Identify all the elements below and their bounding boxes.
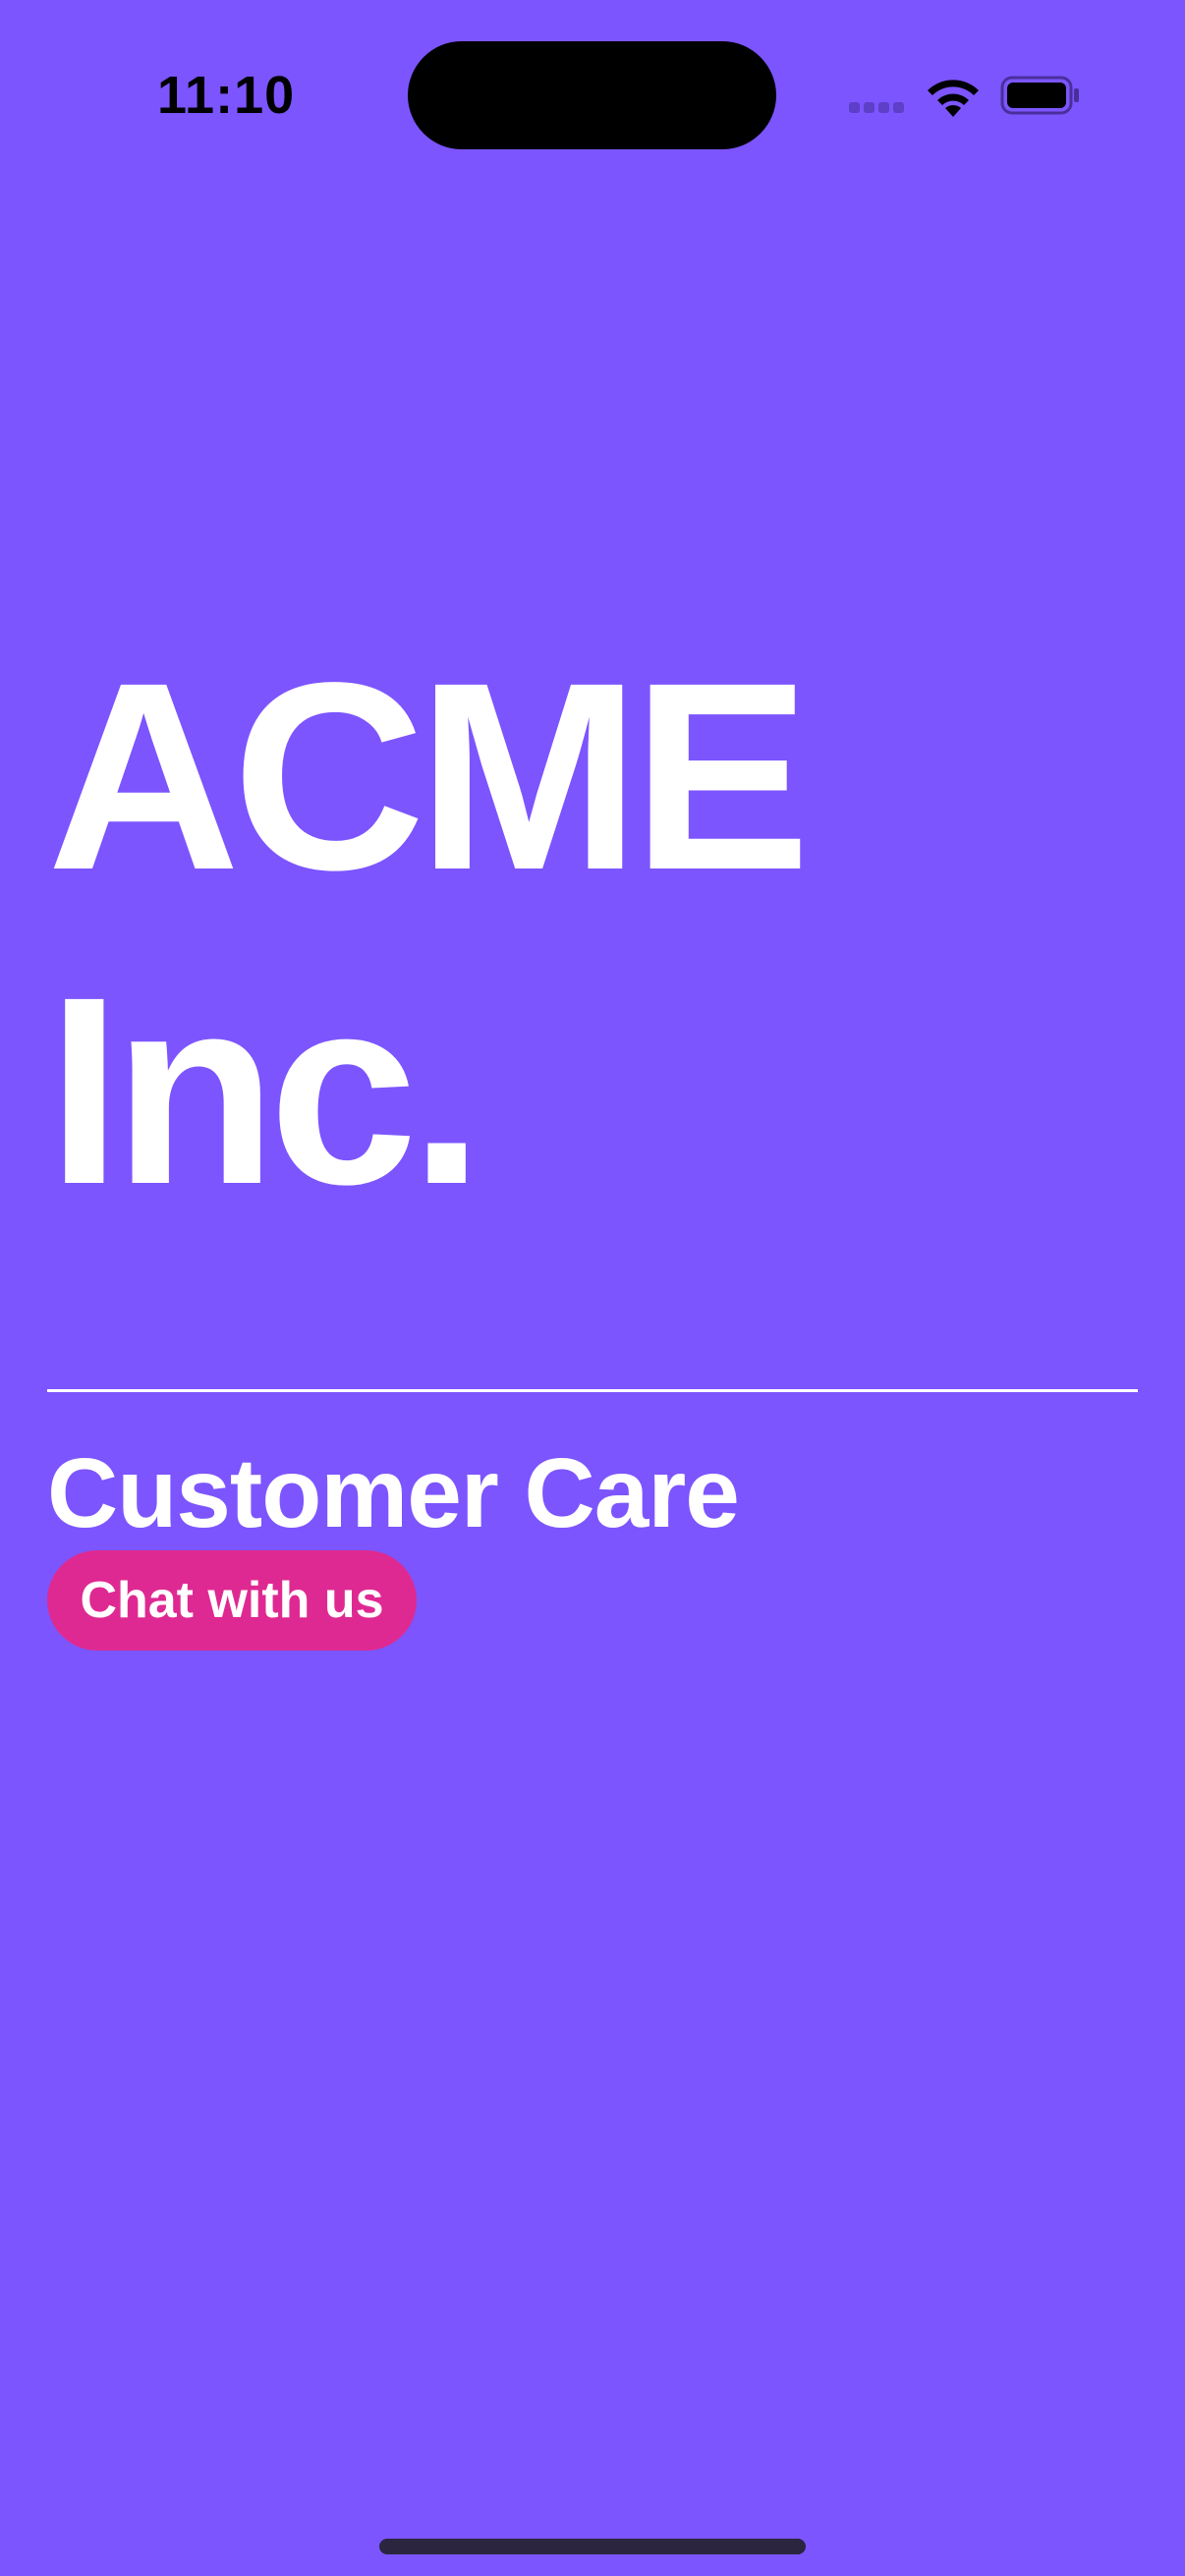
hero-line-1: ACME: [47, 627, 811, 925]
cell-signal-icon: [849, 102, 908, 116]
battery-icon: [1000, 76, 1079, 115]
wifi-icon: [928, 80, 979, 117]
hero-line-2: Inc.: [47, 941, 484, 1240]
chat-with-us-button[interactable]: Chat with us: [47, 1550, 417, 1651]
section-title: Customer Care: [47, 1438, 740, 1548]
status-time: 11:10: [157, 66, 296, 125]
status-bar: 11:10: [0, 0, 1185, 196]
divider: [47, 1389, 1138, 1392]
hero-title: ACME Inc.: [47, 619, 1138, 1248]
home-indicator[interactable]: [379, 2539, 806, 2554]
dynamic-island: [408, 41, 776, 149]
